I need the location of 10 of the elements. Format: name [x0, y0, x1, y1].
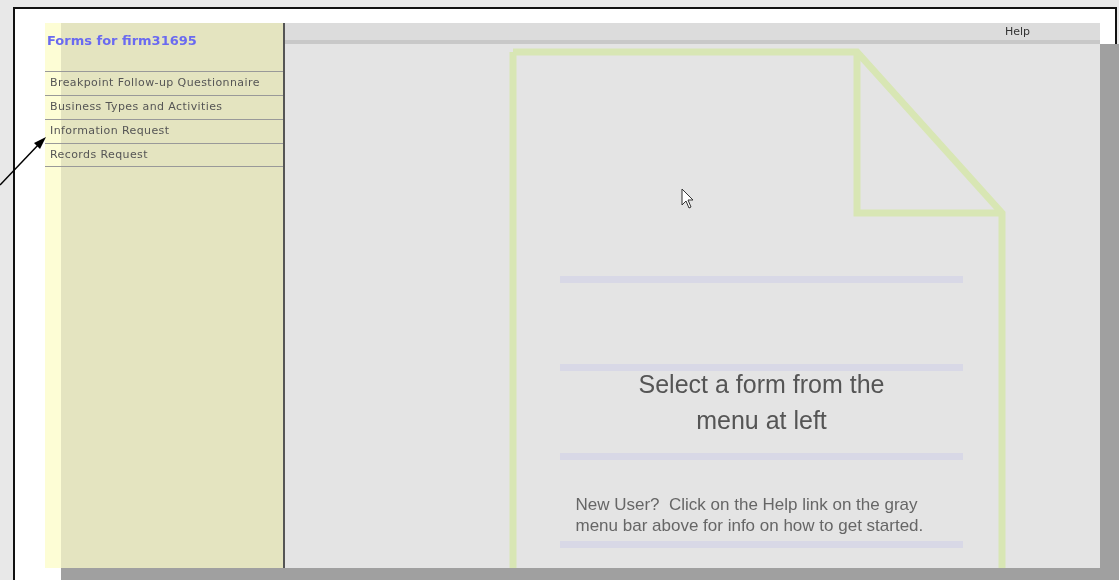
annotation-arrow: [0, 134, 48, 186]
form-link[interactable]: Records Request: [45, 143, 283, 167]
form-link[interactable]: Business Types and Activities: [45, 95, 283, 119]
instruction-heading: Select a form from the menu at left: [637, 369, 886, 436]
form-link[interactable]: Breakpoint Follow-up Questionnaire: [45, 71, 283, 95]
help-link[interactable]: Help: [1004, 23, 1030, 40]
sidebar-title: Forms for firm31695: [46, 32, 198, 50]
help-hint: New User? Click on the Help link on the gray menu bar above for info on how to get started.: [575, 494, 925, 536]
cursor-icon: [681, 188, 695, 210]
form-link[interactable]: Information Request: [45, 119, 283, 143]
